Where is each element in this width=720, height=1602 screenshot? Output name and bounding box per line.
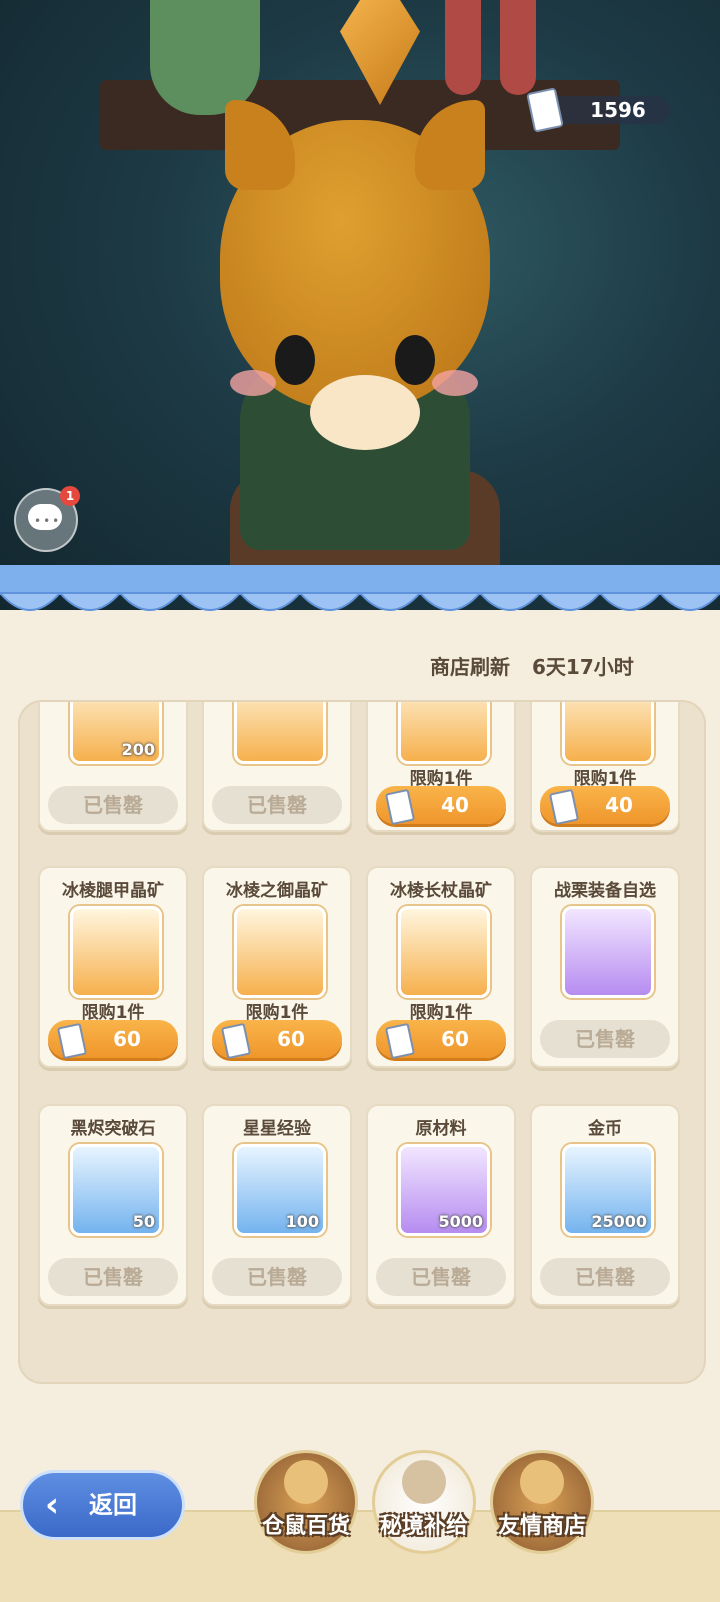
- test-tube: [500, 0, 536, 95]
- hamster-ear: [225, 100, 295, 190]
- ore-crystal-icon: [234, 906, 326, 998]
- item-name: 冰棱长杖晶矿: [390, 881, 492, 901]
- item-name: 冰棱之御晶矿: [226, 881, 328, 901]
- item-name: 星星经验: [243, 1119, 311, 1139]
- hamster-face-icon: [284, 1460, 328, 1504]
- ticket-icon: [56, 1022, 88, 1060]
- item-card[interactable]: 战栗装备自选 已售罄: [530, 866, 680, 1068]
- hamster-eye: [395, 335, 435, 385]
- item-name: 原材料: [415, 1119, 467, 1139]
- tab-hamster-store[interactable]: 仓鼠百货: [254, 1450, 358, 1554]
- potion-bottle: [150, 0, 260, 115]
- buy-button[interactable]: 40: [540, 786, 670, 826]
- item-card[interactable]: 200 已售罄: [38, 702, 188, 832]
- notification-badge: 1: [60, 486, 80, 506]
- buy-button[interactable]: 60: [376, 1020, 506, 1060]
- buy-button[interactable]: 60: [212, 1020, 342, 1060]
- buy-button[interactable]: 60: [48, 1020, 178, 1060]
- item-name: 金币: [588, 1119, 622, 1139]
- item-card[interactable]: 冰棱腿甲晶矿 限购1件 60: [38, 866, 188, 1068]
- ticket-icon: [384, 788, 416, 826]
- item-card[interactable]: 黑烬突破石 50 已售罄: [38, 1104, 188, 1306]
- sold-out-button: 已售罄: [48, 1258, 178, 1296]
- item-name: 黑烬突破石: [70, 1119, 156, 1139]
- ingot-icon: 5000: [398, 1144, 490, 1236]
- currency-amount: 1596: [590, 98, 646, 122]
- test-tube: [445, 0, 481, 95]
- back-label: 返回: [89, 1491, 137, 1519]
- chat-button[interactable]: ••• 1: [14, 486, 80, 552]
- treasure-chest-icon: [562, 906, 654, 998]
- back-button[interactable]: ‹ 返回: [20, 1470, 185, 1540]
- shop-scene: [0, 0, 720, 610]
- card-icon: [234, 702, 326, 764]
- ore-crystal-icon: [398, 906, 490, 998]
- item-name: 战栗装备自选: [554, 881, 656, 901]
- star-card-icon: 100: [234, 1144, 326, 1236]
- item-card[interactable]: 限购1件 40: [366, 702, 516, 832]
- ticket-icon: [548, 788, 580, 826]
- plant-icon: [562, 702, 654, 764]
- sold-out-button: 已售罄: [212, 1258, 342, 1296]
- refresh-label: 商店刷新: [430, 655, 510, 679]
- back-arrow-icon: ‹: [45, 1485, 60, 1525]
- ticket-icon: [220, 1022, 252, 1060]
- sold-out-button: 已售罄: [540, 1258, 670, 1296]
- crystal-ball-icon: [520, 1460, 564, 1504]
- item-grid[interactable]: 200 已售罄 已售罄 限购1件 40 限购1件 40 冰棱腿甲晶矿 限购1件 …: [18, 700, 706, 1384]
- gold-coin-icon: 25000: [562, 1144, 654, 1236]
- hamster-cheek: [432, 370, 478, 396]
- currency-counter: 1596: [526, 87, 670, 133]
- hamster-head: [220, 100, 490, 450]
- item-card[interactable]: 原材料 5000 已售罄: [366, 1104, 516, 1306]
- sold-out-button: 已售罄: [376, 1258, 506, 1296]
- buy-button[interactable]: 40: [376, 786, 506, 826]
- sold-out-button: 已售罄: [540, 1020, 670, 1058]
- item-card[interactable]: 冰棱之御晶矿 限购1件 60: [202, 866, 352, 1068]
- hamster-shopkeeper[interactable]: [210, 100, 500, 550]
- item-card[interactable]: 金币 25000 已售罄: [530, 1104, 680, 1306]
- item-card[interactable]: 已售罄: [202, 702, 352, 832]
- ticket-icon: [384, 1022, 416, 1060]
- hamster-eye: [275, 335, 315, 385]
- hamster-cheek: [230, 370, 276, 396]
- item-name: 冰棱腿甲晶矿: [62, 881, 164, 901]
- eye-emblem-icon: [402, 1460, 446, 1504]
- shop-refresh-timer: 商店刷新 6天17小时: [430, 652, 634, 682]
- crystal-icon: 200: [70, 702, 162, 764]
- item-card[interactable]: 限购1件 40: [530, 702, 680, 832]
- plant-icon: [398, 702, 490, 764]
- tab-secret-supply[interactable]: 秘境补给: [372, 1450, 476, 1554]
- breakthrough-stone-icon: 50: [70, 1144, 162, 1236]
- tab-friendship-shop[interactable]: 友情商店: [490, 1450, 594, 1554]
- hamster-ear: [415, 100, 485, 190]
- ore-crystal-icon: [70, 906, 162, 998]
- hamster-muzzle: [310, 375, 420, 450]
- refresh-time: 6天17小时: [532, 655, 634, 679]
- sold-out-button: 已售罄: [48, 786, 178, 824]
- item-card[interactable]: 冰棱长杖晶矿 限购1件 60: [366, 866, 516, 1068]
- sold-out-button: 已售罄: [212, 786, 342, 824]
- item-card[interactable]: 星星经验 100 已售罄: [202, 1104, 352, 1306]
